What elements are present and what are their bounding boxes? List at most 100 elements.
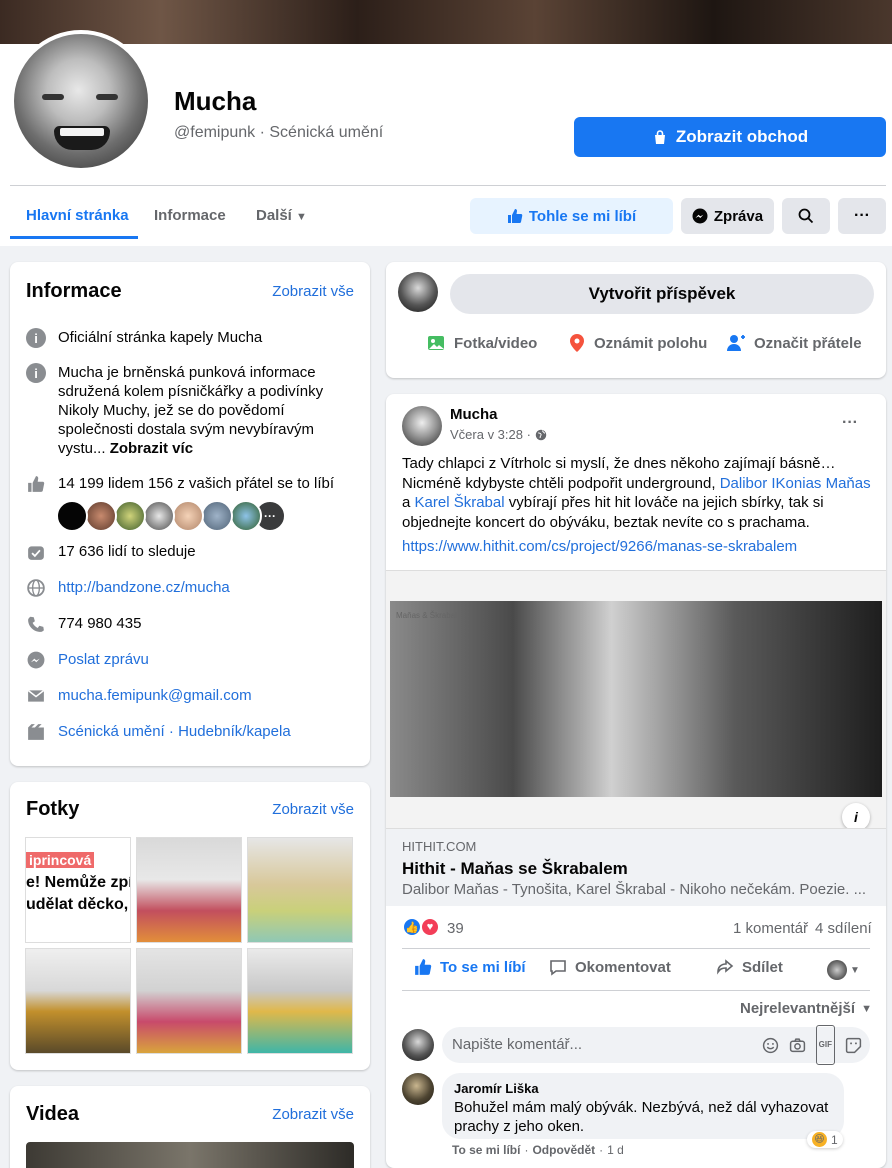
friend-avatar[interactable] (143, 500, 175, 532)
page-avatar[interactable] (10, 30, 152, 172)
user-avatar[interactable] (398, 272, 438, 312)
info-icon[interactable]: i (842, 803, 870, 831)
info-email: mucha.femipunk@gmail.com (26, 686, 354, 706)
see-more-link[interactable]: Zobrazit víc (110, 440, 193, 457)
thumbs-up-icon (415, 959, 432, 975)
comment-bubble: Jaromír Liška Bohužel mám malý obývák. N… (442, 1073, 844, 1139)
friend-avatar[interactable] (201, 500, 233, 532)
photo-thumb[interactable] (136, 948, 242, 1054)
post-as-selector[interactable]: ▼ (827, 960, 860, 980)
comment-input-icons: GIF (762, 1025, 862, 1065)
divider (402, 948, 870, 949)
post-url-link[interactable]: https://www.hithit.com/cs/project/9266/m… (402, 538, 797, 555)
avatar-eye (42, 94, 64, 100)
category-link-2[interactable]: Hudebník/kapela (178, 723, 291, 740)
friend-avatar[interactable] (230, 500, 262, 532)
photo-thumb-text[interactable]: iprincová e! Nemůže zpív udělat děcko, a (25, 837, 131, 943)
reactions-count[interactable]: 39 (447, 920, 464, 937)
info-followers: 17 636 lidí to sleduje (26, 542, 354, 562)
create-post-input[interactable]: Vytvořit příspěvek (450, 274, 874, 314)
link-preview-image[interactable]: Maňas & Škrabal i (386, 570, 886, 831)
send-message-link[interactable]: Poslat zprávu (58, 650, 149, 670)
post-author[interactable]: Mucha (450, 406, 498, 423)
friend-avatar[interactable] (85, 500, 117, 532)
videos-see-all-link[interactable]: Zobrazit vše (272, 1106, 354, 1123)
mention-link[interactable]: Karel Škrabal (415, 494, 505, 511)
check-in-label: Oznámit polohu (594, 334, 708, 352)
post-options-button[interactable]: ··· (842, 414, 858, 432)
photo-thumb[interactable] (247, 948, 353, 1054)
mention-link[interactable]: Dalibor IKonias Maňas (720, 475, 871, 492)
gif-icon[interactable]: GIF (815, 1025, 835, 1065)
camera-icon[interactable] (789, 1037, 806, 1054)
post-time[interactable]: Včera v 3:28 · (450, 427, 531, 442)
photo-thumb[interactable] (247, 837, 353, 943)
photo-thumb[interactable] (25, 948, 131, 1054)
comment-placeholder: Napište komentář... (452, 1036, 583, 1053)
post-text-line: Nicméně kdybyste chtěli podpořit undergr… (402, 474, 720, 492)
globe-icon (26, 578, 46, 598)
photo-thumb[interactable] (136, 837, 242, 943)
about-see-all-link[interactable]: Zobrazit vše (272, 283, 354, 300)
email-link[interactable]: mucha.femipunk@gmail.com (58, 686, 252, 706)
tab-about[interactable]: Informace (154, 199, 226, 239)
commenter-avatar[interactable] (402, 1073, 434, 1105)
share-icon (717, 959, 734, 975)
avatar-eye (96, 94, 118, 100)
comment-button[interactable]: Okomentovat (549, 958, 671, 976)
comment-sort-dropdown[interactable]: Nejrelevantnější ▼ (740, 1000, 872, 1017)
emoji-icon[interactable] (762, 1037, 779, 1054)
divider (402, 990, 870, 991)
friend-avatar[interactable] (172, 500, 204, 532)
check-in-button[interactable]: Oznámit polohu (568, 333, 707, 353)
haha-reaction-icon: 😆 (812, 1132, 827, 1147)
like-page-button[interactable]: Tohle se mi líbí (470, 198, 673, 234)
like-post-button[interactable]: To se mi líbí (414, 958, 526, 976)
share-button[interactable]: Sdílet (716, 958, 783, 976)
post-text: Tady chlapci z Vítrholc si myslí, že dne… (402, 454, 872, 532)
friend-avatar[interactable] (114, 500, 146, 532)
comment-author[interactable]: Jaromír Liška (454, 1081, 832, 1096)
phone-text: 774 980 435 (58, 615, 142, 632)
tag-friends-icon (727, 335, 745, 351)
photos-title: Fotky (26, 798, 80, 820)
comment-reactions[interactable]: 😆 1 (807, 1131, 843, 1148)
info-followers-text: 17 636 lidí to sleduje (58, 543, 196, 560)
photo-icon (428, 336, 444, 350)
tag-friends-button[interactable]: Označit přátele (726, 333, 862, 353)
info-official-text: Oficiální stránka kapely Mucha (58, 329, 263, 346)
comment-reply-link[interactable]: Odpovědět (532, 1143, 595, 1157)
message-button[interactable]: Zpráva (681, 198, 774, 234)
comments-count[interactable]: 1 komentář (733, 920, 808, 937)
website-link[interactable]: http://bandzone.cz/mucha (58, 578, 230, 598)
page-subtitle: @femipunk · Scénická umění (174, 124, 384, 141)
phone-icon (26, 614, 46, 634)
photos-see-all-link[interactable]: Zobrazit vše (272, 801, 354, 818)
cover-photo[interactable] (0, 0, 892, 44)
post-author-avatar[interactable] (402, 406, 442, 446)
category-link-1[interactable]: Scénická umění (58, 723, 165, 740)
photo-video-button[interactable]: Fotka/video (426, 333, 537, 353)
video-thumb[interactable] (26, 1142, 354, 1168)
comment-like-link[interactable]: To se mi líbí (452, 1143, 520, 1157)
user-avatar[interactable] (402, 1029, 434, 1061)
caret-down-icon: ▼ (850, 964, 860, 976)
tab-more[interactable]: Další ▼ (256, 199, 307, 239)
comment-time[interactable]: 1 d (607, 1143, 624, 1157)
sticker-icon[interactable] (845, 1037, 862, 1054)
info-icon: i (26, 363, 46, 383)
view-shop-button[interactable]: Zobrazit obchod (574, 117, 886, 157)
page-avatar-small (827, 960, 847, 980)
comment-input[interactable]: Napište komentář... GIF (442, 1025, 870, 1065)
link-preview-meta[interactable]: HITHIT.COM Hithit - Maňas se Škrabalem D… (386, 828, 886, 906)
info-official: i Oficiální stránka kapely Mucha (26, 328, 354, 348)
shares-count[interactable]: 4 sdílení (815, 920, 872, 937)
more-options-button[interactable]: ··· (838, 198, 886, 234)
photo-video-label: Fotka/video (454, 334, 538, 352)
avatar-teeth (60, 128, 104, 136)
friend-avatar[interactable] (56, 500, 88, 532)
info-category: Scénická umění · Hudebník/kapela (26, 722, 354, 742)
tab-home[interactable]: Hlavní stránka (10, 199, 138, 239)
search-button[interactable] (782, 198, 830, 234)
more-icon: ··· (854, 207, 870, 224)
